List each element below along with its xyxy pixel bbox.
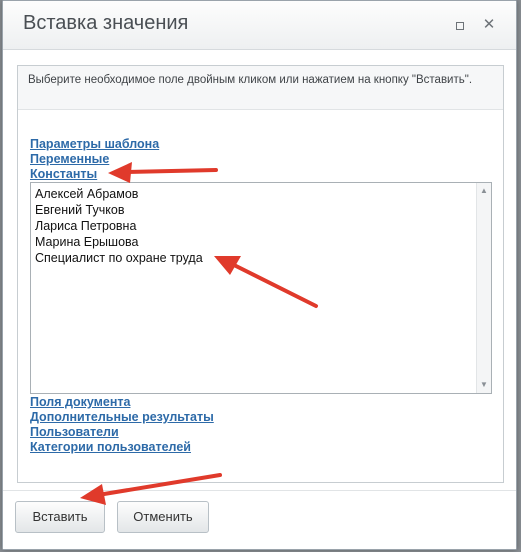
link-variables[interactable]: Переменные	[30, 152, 109, 166]
constants-listbox[interactable]: Алексей Абрамов Евгений Тучков Лариса Пе…	[30, 182, 492, 394]
close-icon[interactable]: ✕	[481, 17, 497, 33]
list-item[interactable]: Специалист по охране труда	[35, 250, 491, 266]
link-additional-results[interactable]: Дополнительные результаты	[30, 410, 214, 424]
link-users[interactable]: Пользователи	[30, 425, 119, 439]
listbox-scrollbar[interactable]: ▲ ▼	[476, 183, 491, 393]
insert-button[interactable]: Вставить	[15, 501, 105, 533]
dialog-titlebar[interactable]: Вставка значения ✕	[3, 1, 516, 50]
dialog-title: Вставка значения	[23, 12, 189, 34]
list-item[interactable]: Лариса Петровна	[35, 218, 491, 234]
list-item[interactable]: Евгений Тучков	[35, 202, 491, 218]
dialog-body: Выберите необходимое поле двойным кликом…	[17, 65, 504, 483]
link-user-categories[interactable]: Категории пользователей	[30, 440, 191, 454]
hint-text: Выберите необходимое поле двойным кликом…	[18, 66, 503, 110]
scroll-down-icon[interactable]: ▼	[477, 379, 491, 391]
maximize-icon[interactable]	[452, 17, 468, 33]
list-item[interactable]: Алексей Абрамов	[35, 186, 491, 202]
dialog-footer: Вставить Отменить	[3, 490, 516, 549]
link-document-fields[interactable]: Поля документа	[30, 395, 130, 409]
scroll-up-icon[interactable]: ▲	[477, 185, 491, 197]
list-item[interactable]: Марина Ерышова	[35, 234, 491, 250]
link-constants[interactable]: Константы	[30, 167, 97, 181]
cancel-button[interactable]: Отменить	[117, 501, 209, 533]
link-template-params[interactable]: Параметры шаблона	[30, 137, 159, 151]
insert-value-dialog: Вставка значения ✕ Выберите необходимое …	[2, 0, 517, 550]
